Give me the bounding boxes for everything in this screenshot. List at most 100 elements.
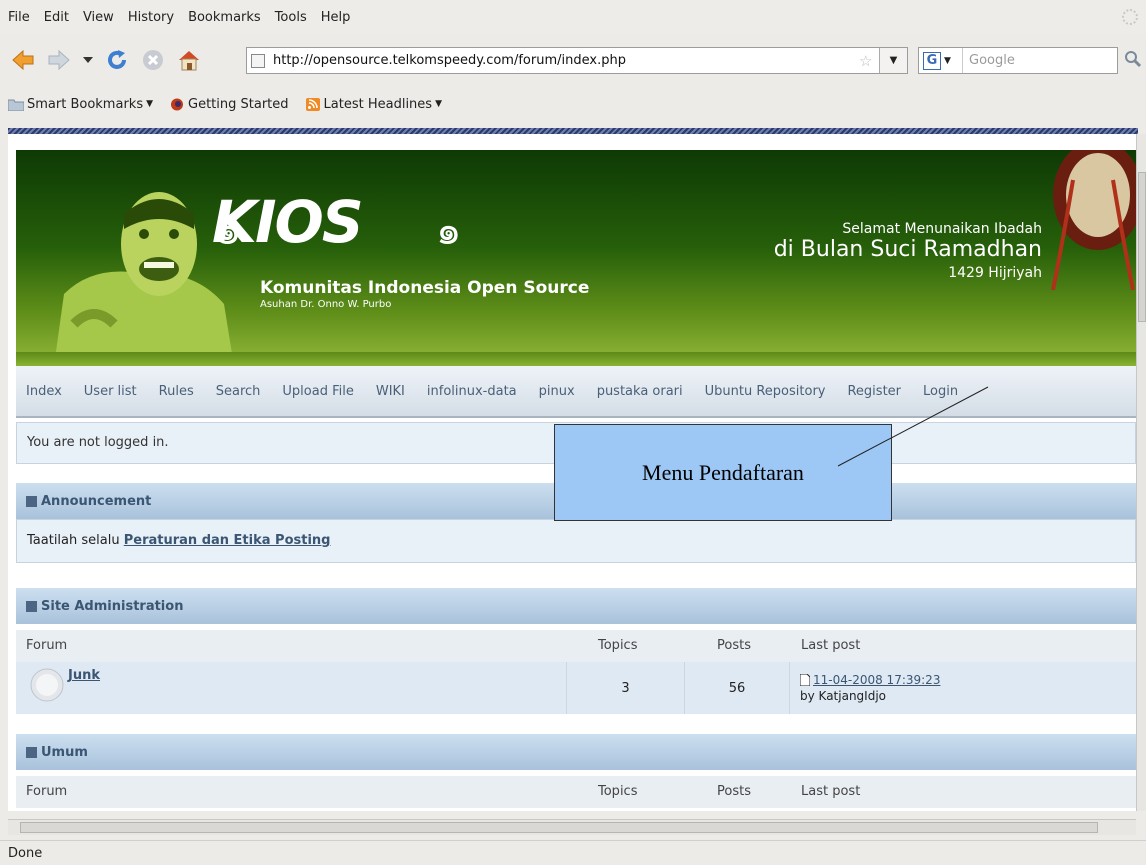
announcement-title: Announcement bbox=[41, 493, 152, 509]
column-topics: Topics bbox=[598, 638, 638, 653]
announcement-text: Taatilah selalu bbox=[27, 533, 120, 548]
status-text: Done bbox=[8, 845, 43, 861]
posting-rules-link[interactable]: Peraturan dan Etika Posting bbox=[124, 533, 331, 548]
search-icon[interactable] bbox=[1124, 50, 1142, 68]
topics-count: 3 bbox=[621, 680, 630, 696]
forum-status-icon bbox=[30, 668, 64, 702]
document-icon bbox=[800, 674, 810, 686]
latest-headlines-label: Latest Headlines bbox=[323, 96, 433, 112]
url-bar[interactable]: http://opensource.telkomspeedy.com/forum… bbox=[246, 47, 908, 74]
browser-menubar: File Edit View History Bookmarks Tools H… bbox=[0, 0, 1146, 34]
smart-bookmarks-menu[interactable]: Smart Bookmarks ▼ bbox=[8, 97, 153, 112]
search-engine-selector[interactable]: G ▼ bbox=[919, 48, 963, 73]
menu-file[interactable]: File bbox=[8, 10, 30, 25]
nav-link-rules[interactable]: Rules bbox=[159, 384, 194, 399]
forum-row: Junk 3 56 11-04-2008 17:39:23 by Katjang… bbox=[16, 662, 1136, 714]
menu-tools[interactable]: Tools bbox=[275, 10, 307, 25]
horizontal-scrollbar[interactable] bbox=[8, 819, 1136, 835]
throbber-icon bbox=[1122, 9, 1138, 25]
last-post-link[interactable]: 11-04-2008 17:39:23 bbox=[813, 673, 940, 687]
posts-count: 56 bbox=[728, 680, 746, 696]
nav-link-wiki[interactable]: WIKI bbox=[376, 384, 405, 399]
column-topics: Topics bbox=[598, 784, 638, 799]
forward-arrow-icon bbox=[48, 49, 70, 71]
column-posts: Posts bbox=[717, 638, 751, 653]
nav-link-search[interactable]: Search bbox=[216, 384, 261, 399]
site-name: Komunitas Indonesia Open Source bbox=[260, 278, 590, 298]
column-forum: Forum bbox=[26, 784, 68, 799]
vertical-scroll-thumb[interactable] bbox=[1138, 172, 1146, 322]
url-dropdown-button[interactable]: ▼ bbox=[879, 48, 907, 73]
bookmarks-toolbar: Smart Bookmarks ▼ Getting Started Latest … bbox=[0, 86, 1146, 122]
chevron-down-icon: ▼ bbox=[435, 99, 442, 109]
smart-bookmarks-label: Smart Bookmarks bbox=[27, 96, 144, 112]
column-forum: Forum bbox=[26, 638, 68, 653]
last-post-cell: 11-04-2008 17:39:23 by KatjangIdjo bbox=[789, 662, 1136, 714]
google-icon: G bbox=[923, 51, 941, 70]
forum-nav-links: Index User list Rules Search Upload File… bbox=[16, 366, 1136, 418]
section-icon bbox=[26, 746, 37, 758]
annotation-callout: Menu Pendaftaran bbox=[554, 424, 892, 521]
home-icon bbox=[179, 51, 199, 71]
search-input[interactable]: Google bbox=[963, 53, 1015, 68]
nav-link-pustaka-orari[interactable]: pustaka orari bbox=[597, 384, 683, 399]
search-box[interactable]: G ▼ Google bbox=[918, 47, 1118, 74]
swirl-ornament-right: ๑ bbox=[436, 208, 462, 254]
banner-bottom-strip bbox=[16, 352, 1136, 366]
nav-link-login[interactable]: Login bbox=[923, 384, 958, 399]
horizontal-scroll-thumb[interactable] bbox=[20, 822, 1098, 833]
menu-view[interactable]: View bbox=[83, 10, 114, 25]
last-post-author: by KatjangIdjo bbox=[800, 689, 886, 703]
announcement-body: Taatilah selalu Peraturan dan Etika Post… bbox=[16, 519, 1136, 563]
chevron-down-icon: ▼ bbox=[146, 99, 154, 109]
rss-feed-icon bbox=[305, 97, 320, 111]
founder-photo bbox=[54, 192, 234, 366]
back-arrow-icon bbox=[12, 49, 34, 71]
column-last-post: Last post bbox=[801, 784, 861, 799]
nav-link-pinux[interactable]: pinux bbox=[539, 384, 575, 399]
menu-help[interactable]: Help bbox=[321, 10, 351, 25]
forward-button[interactable] bbox=[44, 45, 74, 75]
site-byline: Asuhan Dr. Onno W. Purbo bbox=[260, 299, 392, 310]
page-favicon-icon bbox=[251, 53, 265, 68]
greeting-line-2: di Bulan Suci Ramadhan bbox=[773, 237, 1042, 262]
getting-started-label: Getting Started bbox=[188, 96, 289, 112]
firefox-icon bbox=[171, 98, 184, 110]
stop-button[interactable] bbox=[138, 45, 168, 75]
chevron-down-icon bbox=[83, 57, 93, 63]
nav-link-register[interactable]: Register bbox=[847, 384, 901, 399]
latest-headlines-menu[interactable]: Latest Headlines ▼ bbox=[305, 97, 442, 112]
nav-link-upload-file[interactable]: Upload File bbox=[282, 384, 353, 399]
category-title: Umum bbox=[41, 744, 88, 760]
forum-table-header: Forum Topics Posts Last post bbox=[16, 776, 1136, 808]
forum-link-junk[interactable]: Junk bbox=[68, 668, 100, 683]
bookmark-star-icon[interactable]: ☆ bbox=[859, 52, 879, 70]
stop-icon bbox=[143, 50, 163, 70]
column-posts: Posts bbox=[717, 784, 751, 799]
kios-logo: KIOS bbox=[212, 188, 364, 256]
history-dropdown-button[interactable] bbox=[80, 45, 96, 75]
nav-link-userlist[interactable]: User list bbox=[84, 384, 137, 399]
category-header-umum: Umum bbox=[16, 734, 1136, 770]
nav-link-infolinux-data[interactable]: infolinux-data bbox=[427, 384, 517, 399]
reload-button[interactable] bbox=[102, 45, 132, 75]
callout-text: Menu Pendaftaran bbox=[642, 459, 804, 485]
home-button[interactable] bbox=[174, 45, 204, 75]
reload-icon bbox=[108, 50, 126, 69]
category-header-site-administration: Site Administration bbox=[16, 588, 1136, 624]
nav-link-index[interactable]: Index bbox=[26, 384, 62, 399]
nav-link-ubuntu-repository[interactable]: Ubuntu Repository bbox=[705, 384, 826, 399]
section-icon bbox=[26, 495, 37, 507]
bedug-drum-image bbox=[1051, 150, 1136, 290]
posts-cell: 56 bbox=[684, 662, 789, 714]
chevron-down-icon: ▼ bbox=[944, 55, 951, 66]
menu-bookmarks[interactable]: Bookmarks bbox=[188, 10, 261, 25]
menu-edit[interactable]: Edit bbox=[44, 10, 69, 25]
back-button[interactable] bbox=[8, 45, 38, 75]
vertical-scrollbar[interactable] bbox=[1136, 134, 1146, 811]
menu-history[interactable]: History bbox=[128, 10, 174, 25]
url-text[interactable]: http://opensource.telkomspeedy.com/forum… bbox=[273, 53, 859, 68]
getting-started-link[interactable]: Getting Started bbox=[169, 97, 289, 112]
folder-icon bbox=[8, 99, 24, 111]
section-icon bbox=[26, 600, 37, 612]
